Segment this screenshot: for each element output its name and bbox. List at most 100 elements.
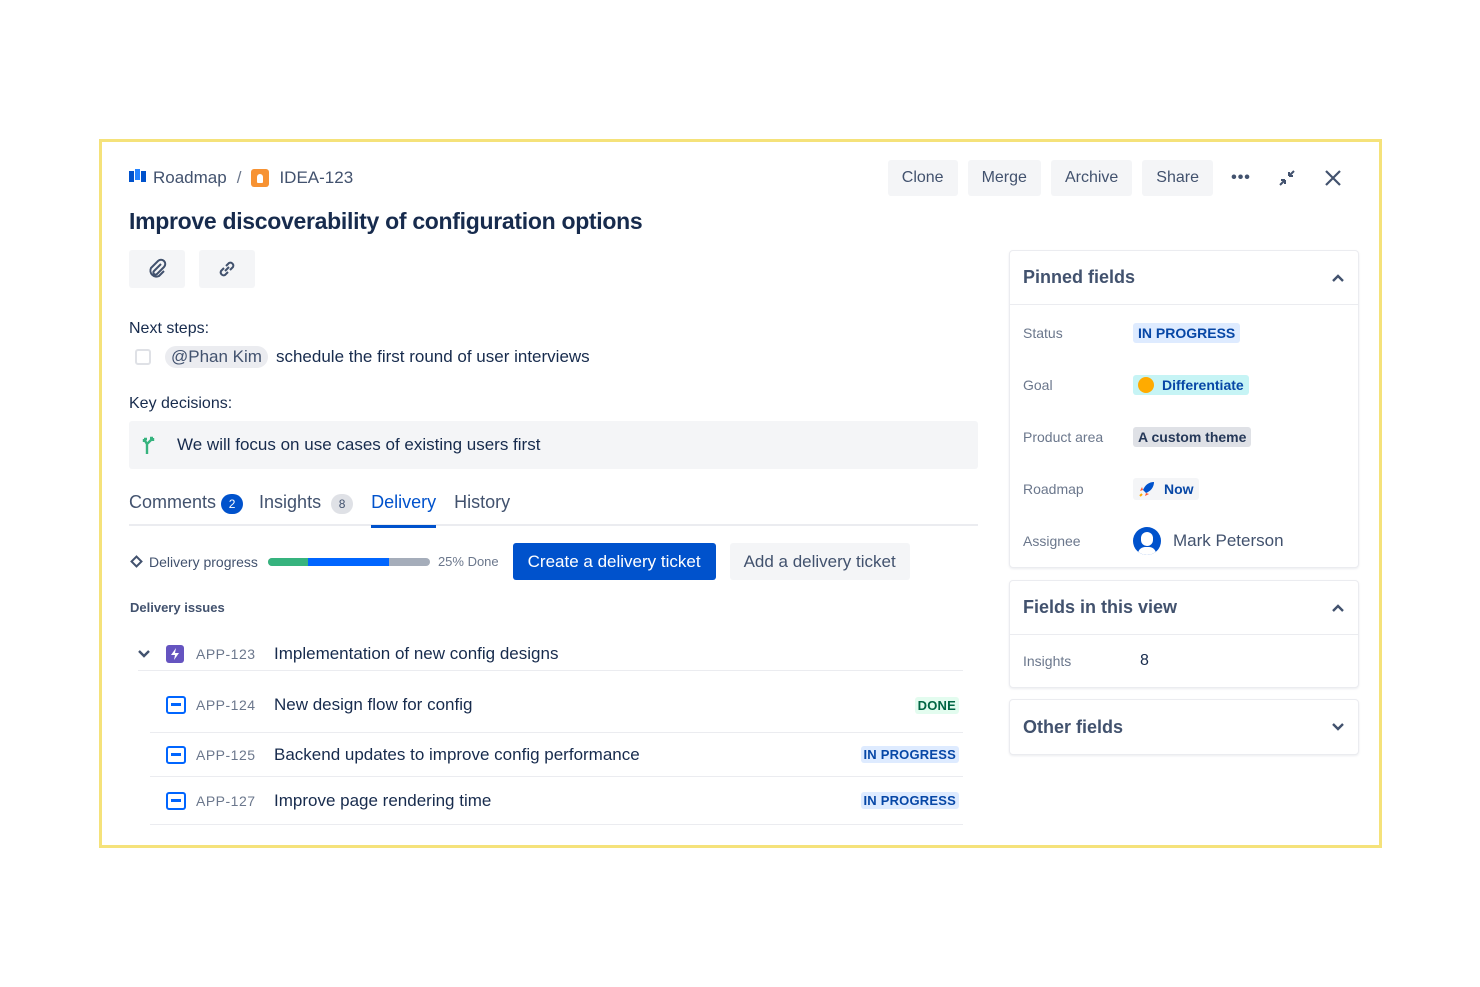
issue-summary[interactable]: Improve page rendering time	[274, 791, 491, 811]
chevron-down-icon[interactable]	[1332, 723, 1344, 731]
tab-label: Comments	[129, 492, 217, 512]
key-decisions-label: Key decisions:	[129, 395, 233, 412]
issue-key[interactable]: APP-127	[196, 793, 274, 809]
header-actions: Clone Merge Archive Share •••	[878, 160, 1351, 196]
table-row[interactable]: APP-127 Improve page rendering time IN P…	[150, 777, 963, 825]
roadmap-value: Now	[1164, 481, 1194, 497]
status-badge: DONE	[914, 696, 959, 714]
link-icon[interactable]	[199, 250, 255, 288]
idea-icon	[251, 169, 270, 187]
create-delivery-ticket-button[interactable]: Create a delivery ticket	[512, 543, 716, 580]
fields-in-view-header[interactable]: Fields in this view	[1010, 581, 1358, 635]
breadcrumb-project-link[interactable]: Roadmap	[153, 168, 227, 188]
idea-detail-modal: Roadmap / IDEA-123 Clone Merge Archive S…	[99, 139, 1382, 848]
other-fields-header[interactable]: Other fields	[1010, 700, 1358, 754]
issue-key[interactable]: APP-124	[196, 697, 274, 713]
task-icon	[166, 791, 186, 810]
tab-insights[interactable]: Insights 8	[259, 492, 354, 526]
chevron-down-icon[interactable]	[138, 647, 150, 661]
panel-title: Fields in this view	[1023, 597, 1178, 617]
decision-icon	[142, 436, 155, 454]
merge-button[interactable]: Merge	[967, 160, 1041, 196]
progress-label-text: Delivery progress	[149, 553, 258, 570]
diamond-icon	[130, 555, 143, 568]
add-delivery-ticket-button[interactable]: Add a delivery ticket	[729, 543, 910, 580]
content-toolbar	[129, 250, 269, 288]
breadcrumb-separator: /	[236, 168, 242, 187]
status-badge[interactable]: IN PROGRESS	[1133, 323, 1241, 343]
avatar[interactable]	[1133, 527, 1161, 555]
share-button[interactable]: Share	[1142, 160, 1213, 196]
task-icon	[166, 696, 186, 714]
field-label: Roadmap	[1023, 481, 1084, 497]
insights-count-badge: 8	[331, 494, 354, 514]
delivery-progress-label: Delivery progress	[130, 553, 258, 570]
panel-title: Other fields	[1023, 716, 1124, 737]
comments-count-badge: 2	[221, 494, 244, 514]
field-roadmap: Roadmap Now	[1010, 475, 1358, 503]
table-row[interactable]: APP-123 Implementation of new config des…	[138, 638, 963, 671]
mention[interactable]: @Phan Kim	[165, 346, 268, 368]
field-insights: Insights 8	[1010, 635, 1358, 687]
roadmap-tag[interactable]: Now	[1133, 478, 1199, 500]
roadmap-icon	[129, 168, 147, 188]
tab-history[interactable]: History	[454, 492, 510, 526]
progress-in-progress-segment	[308, 557, 390, 566]
field-label: Status	[1023, 325, 1063, 341]
panel-title: Pinned fields	[1023, 267, 1136, 287]
progress-done-segment	[267, 557, 309, 566]
more-icon[interactable]: •••	[1223, 160, 1259, 196]
progress-percent: 25% Done	[437, 554, 499, 569]
field-assignee: Assignee Mark Peterson	[1010, 525, 1358, 557]
tab-label: Delivery	[371, 492, 437, 512]
field-product-area: Product area A custom theme	[1010, 423, 1358, 451]
issue-key[interactable]: APP-125	[196, 747, 274, 763]
goal-tag[interactable]: Differentiate	[1133, 375, 1249, 395]
issue-key[interactable]: APP-123	[196, 646, 274, 662]
decision-block: We will focus on use cases of existing u…	[129, 421, 978, 469]
next-steps-label: Next steps:	[129, 320, 210, 337]
issue-summary[interactable]: Backend updates to improve config perfor…	[274, 745, 640, 765]
pinned-fields-header[interactable]: Pinned fields	[1010, 251, 1358, 305]
task-icon	[166, 745, 186, 764]
pinned-fields-panel: Pinned fields Status IN PROGRESS Goal Di…	[1009, 250, 1359, 568]
tab-label: Insights	[259, 492, 322, 512]
archive-button[interactable]: Archive	[1050, 160, 1133, 196]
table-row[interactable]: APP-125 Backend updates to improve confi…	[150, 733, 963, 777]
field-label: Product area	[1023, 429, 1104, 445]
tab-delivery[interactable]: Delivery	[371, 492, 437, 528]
tab-bar: Comments 2 Insights 8 Delivery History	[129, 492, 978, 528]
epic-icon	[166, 645, 184, 663]
breadcrumb-issue-key[interactable]: IDEA-123	[279, 168, 353, 188]
field-goal: Goal Differentiate	[1010, 371, 1358, 399]
delivery-issues-label: Delivery issues	[130, 600, 225, 615]
breadcrumb: Roadmap / IDEA-123	[129, 168, 353, 188]
product-area-tag[interactable]: A custom theme	[1133, 427, 1252, 447]
task-text: schedule the first round of user intervi…	[275, 347, 590, 366]
field-label: Assignee	[1023, 533, 1081, 549]
task-checkbox[interactable]	[135, 349, 151, 365]
status-badge: IN PROGRESS	[860, 746, 959, 763]
goal-value: Differentiate	[1162, 377, 1244, 393]
page-title: Improve discoverability of configuration…	[129, 208, 643, 234]
table-row[interactable]: APP-124 New design flow for config DONE	[150, 678, 963, 733]
issue-summary[interactable]: Implementation of new config designs	[274, 644, 558, 664]
other-fields-panel: Other fields	[1009, 699, 1359, 755]
decision-text: We will focus on use cases of existing u…	[177, 435, 541, 454]
field-status: Status IN PROGRESS	[1010, 319, 1358, 347]
tab-comments[interactable]: Comments 2	[129, 492, 244, 526]
chevron-up-icon[interactable]	[1332, 273, 1344, 282]
paperclip-icon[interactable]	[129, 250, 185, 288]
field-label: Insights	[1023, 653, 1072, 669]
delivery-progress-row: Delivery progress 25% Done Create a deli…	[130, 543, 910, 580]
clone-button[interactable]: Clone	[887, 160, 958, 196]
rocket-icon	[1139, 482, 1154, 497]
issue-summary[interactable]: New design flow for config	[274, 695, 472, 715]
fields-in-view-panel: Fields in this view Insights 8	[1009, 580, 1359, 688]
assignee-name[interactable]: Mark Peterson	[1173, 531, 1284, 551]
chevron-up-icon[interactable]	[1332, 603, 1344, 612]
close-icon[interactable]	[1315, 160, 1351, 196]
minimize-icon[interactable]	[1269, 160, 1305, 196]
insights-value: 8	[1140, 652, 1149, 669]
field-label: Goal	[1023, 377, 1053, 393]
